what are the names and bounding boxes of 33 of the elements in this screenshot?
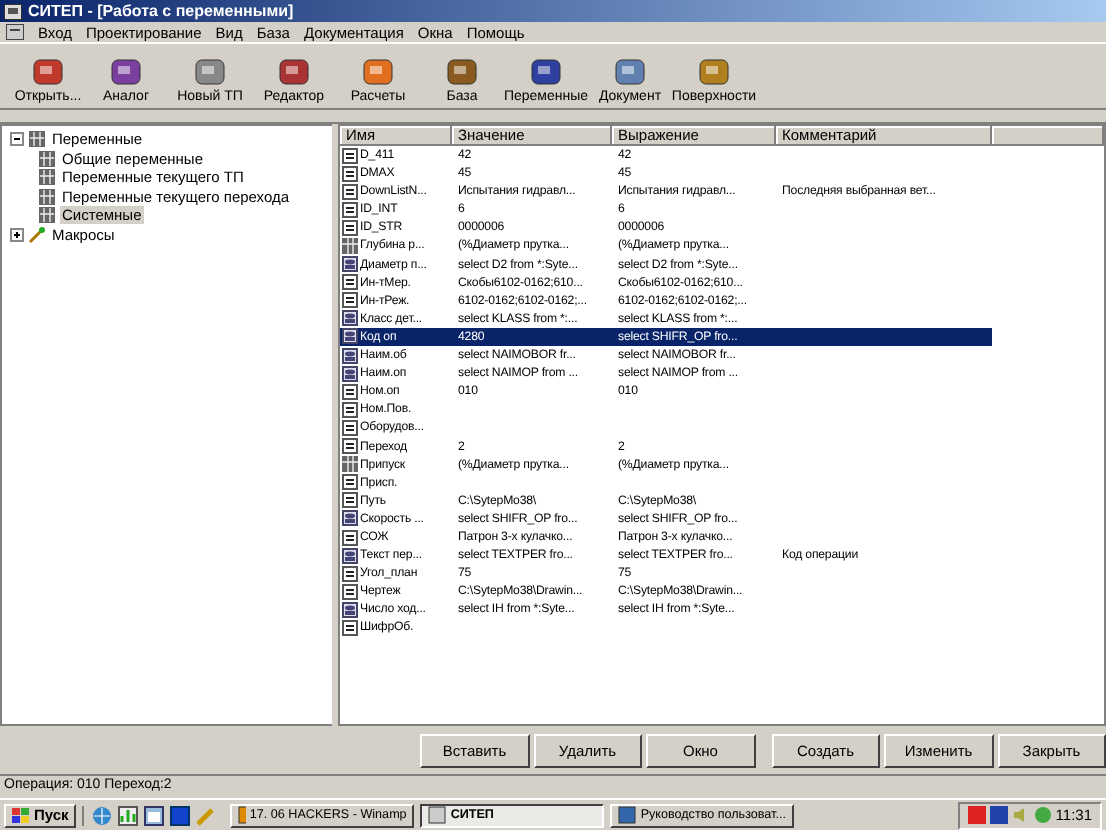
expand-icon[interactable] bbox=[10, 227, 24, 242]
grid-icon bbox=[38, 187, 56, 206]
database-icon bbox=[342, 510, 358, 527]
windows-logo-icon bbox=[12, 807, 30, 823]
grid-icon bbox=[342, 238, 358, 255]
toolbar-icon bbox=[696, 56, 732, 88]
collapse-icon[interactable] bbox=[10, 132, 24, 147]
database-icon bbox=[342, 256, 358, 273]
toolbar-icon bbox=[108, 56, 144, 88]
grid-icon bbox=[342, 456, 358, 473]
toolbar-icon bbox=[444, 56, 480, 88]
database-icon bbox=[342, 601, 358, 618]
chart-icon[interactable] bbox=[118, 805, 139, 825]
toolbar-icon bbox=[30, 56, 66, 88]
wand-icon bbox=[28, 225, 46, 244]
app-icon bbox=[428, 806, 447, 824]
window-icon[interactable] bbox=[144, 805, 165, 825]
app-icon bbox=[238, 806, 246, 824]
grid-icon bbox=[38, 206, 56, 225]
window-title: СИТЕП - [Работа с переменными] bbox=[28, 2, 294, 20]
app-icon bbox=[618, 806, 637, 824]
desktop-icon[interactable] bbox=[170, 805, 191, 825]
toolbar-icon bbox=[612, 56, 648, 88]
toolbar-icon bbox=[276, 56, 312, 88]
grid-icon bbox=[38, 168, 56, 187]
toolbar-icon bbox=[528, 56, 564, 88]
toolbar-icon bbox=[360, 56, 396, 88]
document-icon bbox=[6, 24, 24, 40]
database-icon bbox=[342, 547, 358, 564]
grid-icon bbox=[38, 149, 56, 168]
grid-icon bbox=[28, 130, 46, 149]
toolbar-icon bbox=[192, 56, 228, 88]
app-icon bbox=[4, 3, 22, 19]
